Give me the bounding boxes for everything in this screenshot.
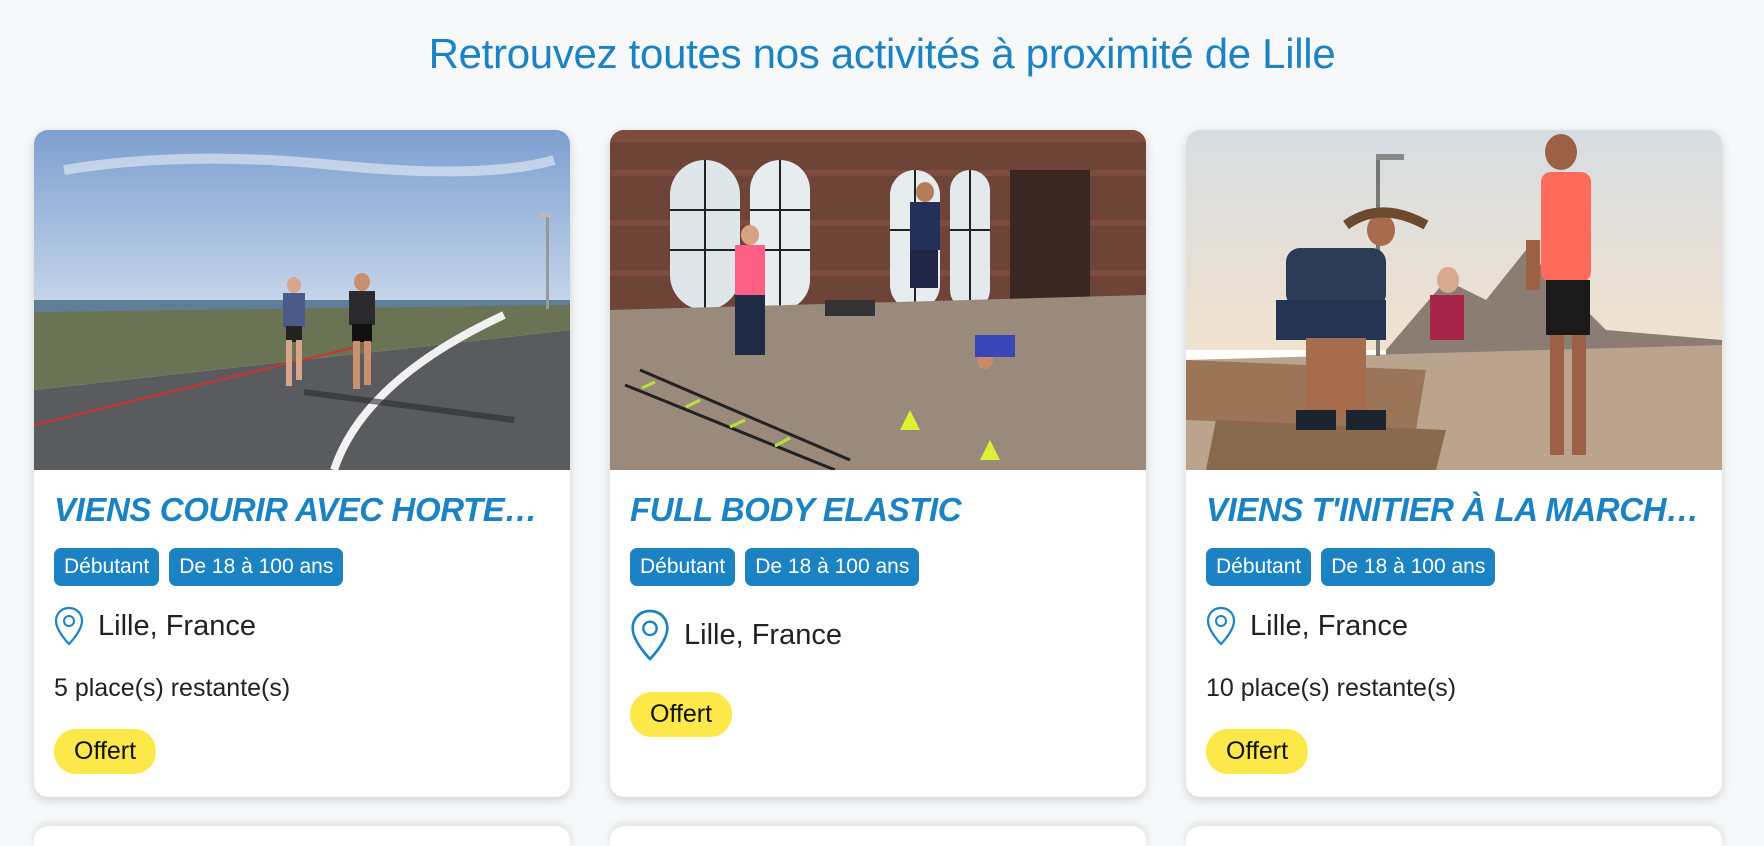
activity-image-gym[interactable] — [610, 130, 1146, 470]
tag-list: Débutant De 18 à 100 ans — [54, 548, 550, 586]
activity-image-walking[interactable] — [1186, 130, 1722, 470]
activity-title[interactable]: VIENS T'INITIER À LA MARCHE N… — [1206, 488, 1702, 532]
level-tag: Débutant — [1206, 548, 1312, 586]
activity-card[interactable]: FULL BODY ELASTIC Débutant De 18 à 100 a… — [610, 130, 1146, 797]
page-title: Retrouvez toutes nos activités à proximi… — [428, 30, 1336, 77]
location: Lille, France — [54, 606, 550, 646]
tag-list: Débutant De 18 à 100 ans — [1206, 548, 1702, 586]
places-remaining: 5 place(s) restante(s) — [54, 674, 291, 702]
age-tag: De 18 à 100 ans — [169, 548, 344, 586]
places-remaining: 10 place(s) restante(s) — [1206, 674, 1457, 702]
tag-list: Débutant De 18 à 100 ans — [630, 548, 1126, 586]
price-badge: Offert — [1206, 729, 1309, 774]
activity-title[interactable]: VIENS COURIR AVEC HORTENSE ! — [54, 488, 550, 532]
location-text: Lille, France — [98, 609, 256, 642]
location-text: Lille, France — [1250, 609, 1408, 642]
activity-card[interactable]: VIENS T'INITIER À LA MARCHE N… Débutant … — [1186, 130, 1722, 797]
location-pin-icon — [630, 608, 670, 662]
location-pin-icon — [54, 606, 84, 646]
activity-card[interactable]: VIENS COURIR AVEC HORTENSE ! Débutant De… — [34, 130, 570, 797]
next-row-card-peek — [610, 826, 1146, 846]
next-row-card-peek — [1186, 826, 1722, 846]
price-badge: Offert — [54, 729, 157, 774]
location: Lille, France — [630, 608, 1126, 662]
age-tag: De 18 à 100 ans — [745, 548, 920, 586]
level-tag: Débutant — [54, 548, 160, 586]
location: Lille, France — [1206, 606, 1702, 646]
level-tag: Débutant — [630, 548, 736, 586]
location-text: Lille, France — [684, 618, 842, 651]
activity-cards-row: VIENS COURIR AVEC HORTENSE ! Débutant De… — [34, 130, 1722, 797]
next-row-card-peek — [34, 826, 570, 846]
activity-image-running[interactable] — [34, 130, 570, 470]
age-tag: De 18 à 100 ans — [1321, 548, 1496, 586]
price-badge: Offert — [630, 692, 733, 737]
location-pin-icon — [1206, 606, 1236, 646]
activity-title[interactable]: FULL BODY ELASTIC — [630, 488, 1126, 532]
